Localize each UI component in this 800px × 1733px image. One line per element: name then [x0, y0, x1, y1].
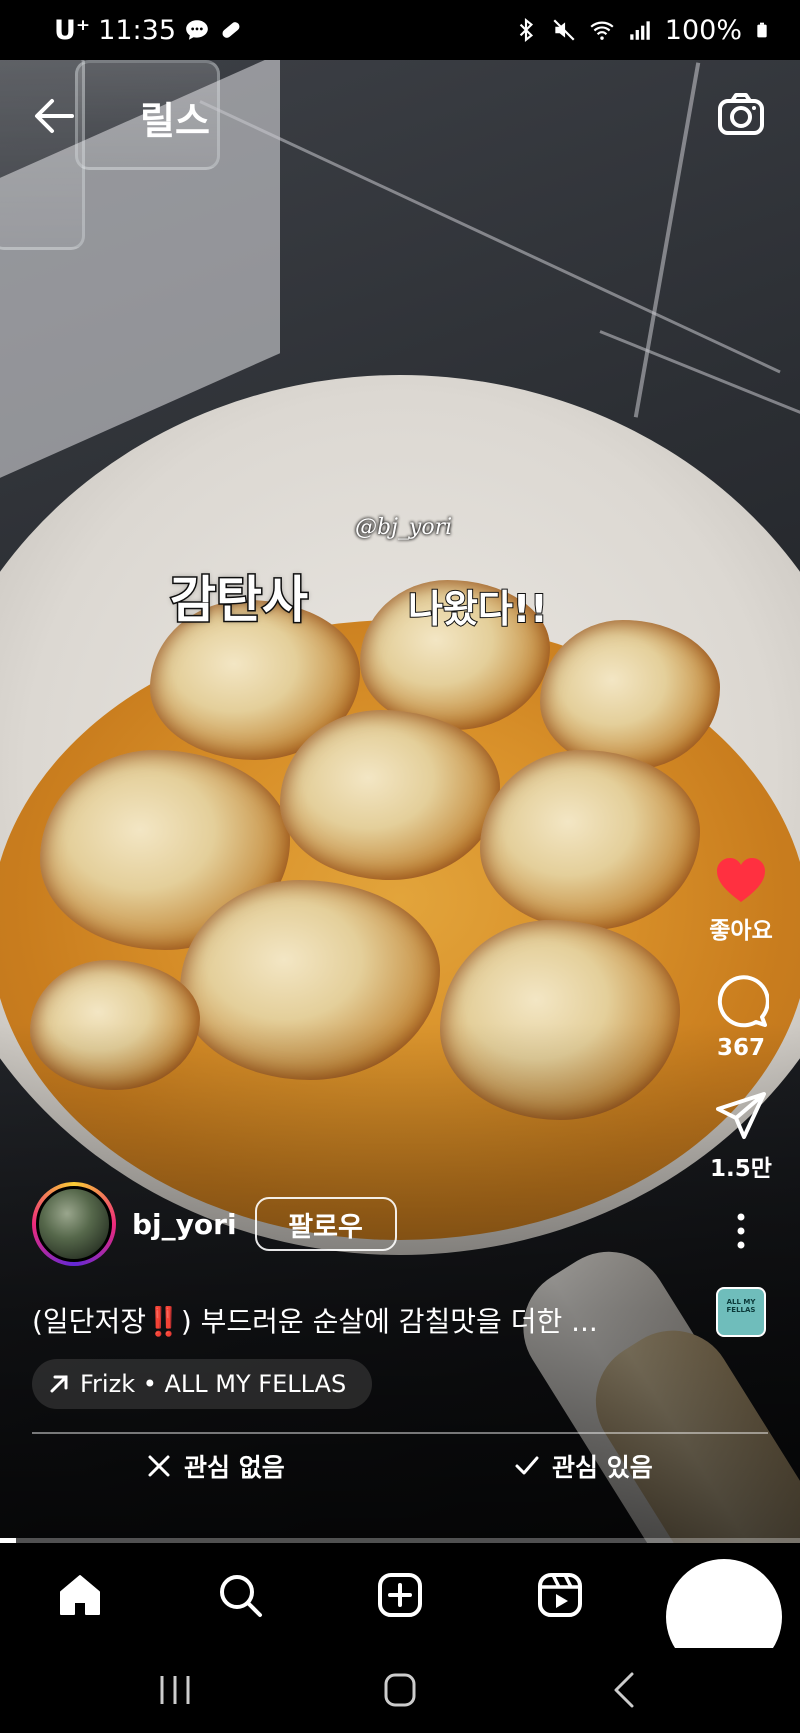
interested-label: 관심 있음	[552, 1453, 653, 1482]
recent-apps-icon[interactable]	[150, 1668, 200, 1712]
avatar-story-ring[interactable]	[32, 1182, 116, 1266]
more-button[interactable]	[700, 1211, 782, 1251]
comment-button[interactable]: 367	[700, 973, 782, 1061]
audio-cover-button[interactable]: ALL MY FELLAS	[700, 1287, 782, 1337]
action-rail: 좋아요 367 1.5만 ALL MY FELLAS	[700, 855, 782, 1337]
reels-icon	[538, 1573, 582, 1617]
heart-icon[interactable]	[714, 855, 768, 905]
back-arrow-icon[interactable]	[30, 92, 78, 140]
video-caption-main: 감탄사	[169, 570, 310, 631]
bluetooth-icon	[519, 17, 533, 43]
wifi-icon	[590, 21, 614, 40]
comment-icon[interactable]	[713, 973, 769, 1029]
page-title: 릴스	[140, 99, 210, 143]
video-watermark: @bj_yori	[355, 515, 453, 540]
audio-track-button[interactable]: Frizk • ALL MY FELLAS	[32, 1359, 373, 1409]
share-button[interactable]: 1.5만	[700, 1089, 782, 1183]
not-interested-label: 관심 없음	[184, 1453, 285, 1482]
add-post-icon	[378, 1573, 422, 1617]
tile-grout	[599, 330, 800, 431]
system-navigation-bar	[0, 1648, 800, 1733]
interested-button[interactable]: 관심 있음	[514, 1448, 653, 1484]
chat-bubble-icon	[186, 20, 208, 40]
post-caption[interactable]: (일단저장‼️) 부드러운 순살에 감칠맛을 더한 ...	[32, 1300, 598, 1340]
nav-home[interactable]	[50, 1565, 110, 1625]
author-row: bj_yori 팔로우	[32, 1182, 397, 1266]
nav-create[interactable]	[370, 1565, 430, 1625]
battery-percent: 100%	[664, 14, 742, 46]
send-icon[interactable]	[714, 1089, 768, 1143]
video-caption-sub: 나왔다!!	[407, 586, 549, 632]
audio-cover-art[interactable]: ALL MY FELLAS	[716, 1287, 766, 1337]
camera-icon[interactable]	[716, 90, 766, 140]
clock: 11:35	[98, 14, 176, 46]
home-circle-icon[interactable]	[375, 1668, 425, 1712]
system-back-icon[interactable]	[600, 1668, 650, 1712]
pill-icon	[222, 22, 240, 38]
close-icon	[148, 1455, 170, 1477]
more-vertical-icon[interactable]	[735, 1211, 747, 1251]
status-bar: U⁺ 11:35 100%	[0, 0, 800, 60]
carrier-label: U⁺	[54, 14, 91, 46]
not-interested-button[interactable]: 관심 없음	[146, 1448, 285, 1484]
mute-icon	[553, 19, 575, 41]
audio-track-label: Frizk • ALL MY FELLAS	[80, 1370, 347, 1398]
divider	[32, 1432, 768, 1434]
arrow-up-right-icon	[50, 1375, 68, 1393]
share-count: 1.5만	[710, 1156, 772, 1182]
avatar[interactable]	[36, 1186, 112, 1262]
reels-header: 릴스	[0, 80, 800, 150]
follow-button[interactable]: 팔로우	[254, 1197, 397, 1251]
home-icon	[60, 1575, 100, 1615]
username[interactable]: bj_yori	[132, 1208, 237, 1241]
battery-icon	[757, 22, 767, 38]
signal-icon	[630, 21, 650, 40]
like-label: 좋아요	[709, 918, 773, 944]
search-icon	[220, 1575, 262, 1617]
nav-reels[interactable]	[530, 1565, 590, 1625]
nav-search[interactable]	[210, 1565, 270, 1625]
comment-count: 367	[716, 1035, 765, 1061]
bottom-navigation	[0, 1543, 800, 1675]
interest-feedback: 관심 없음 관심 있음	[0, 1448, 800, 1498]
checkmark-icon	[515, 1456, 539, 1475]
like-button[interactable]: 좋아요	[700, 855, 782, 945]
